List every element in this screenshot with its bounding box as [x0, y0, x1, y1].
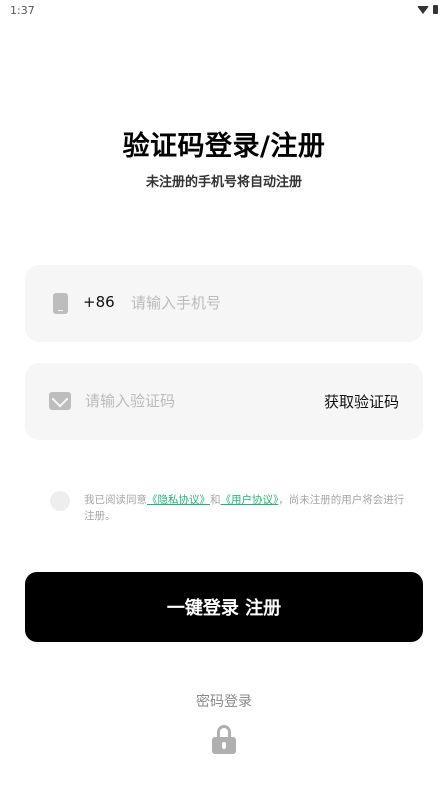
page-subtitle: 未注册的手机号将自动注册	[145, 175, 302, 190]
code-input[interactable]	[85, 385, 295, 417]
code-field[interactable]: 获取验证码	[25, 363, 423, 440]
page-title: 验证码登录/注册	[122, 131, 326, 162]
status-bar: 1:37	[0, 0, 448, 22]
password-login-link[interactable]: 密码登录	[0, 691, 448, 711]
agreement-text: 我已阅读同意《隐私协议》和《用户协议》，尚未注册的用户将会进行注册。	[84, 492, 406, 524]
status-icons	[417, 5, 438, 14]
lock-icon[interactable]	[212, 725, 236, 755]
mail-icon	[49, 392, 71, 410]
agreement-connector: 和	[210, 494, 221, 506]
get-code-button[interactable]: 获取验证码	[324, 391, 399, 412]
phone-field[interactable]: +86	[25, 265, 423, 342]
battery-icon	[433, 5, 438, 14]
wifi-icon	[417, 5, 429, 14]
privacy-policy-link[interactable]: 《隐私协议》	[147, 494, 210, 506]
agreement-checkbox[interactable]	[50, 491, 70, 511]
lock-body	[212, 737, 236, 754]
one-click-login-button[interactable]: 一键登录 注册	[25, 572, 423, 642]
phone-input[interactable]	[131, 287, 401, 319]
country-code[interactable]: +86	[83, 293, 115, 311]
agreement-prefix: 我已阅读同意	[84, 494, 147, 506]
phone-icon	[53, 293, 68, 314]
user-agreement-link[interactable]: 《用户协议》	[221, 494, 279, 506]
status-time: 1:37	[10, 4, 35, 17]
